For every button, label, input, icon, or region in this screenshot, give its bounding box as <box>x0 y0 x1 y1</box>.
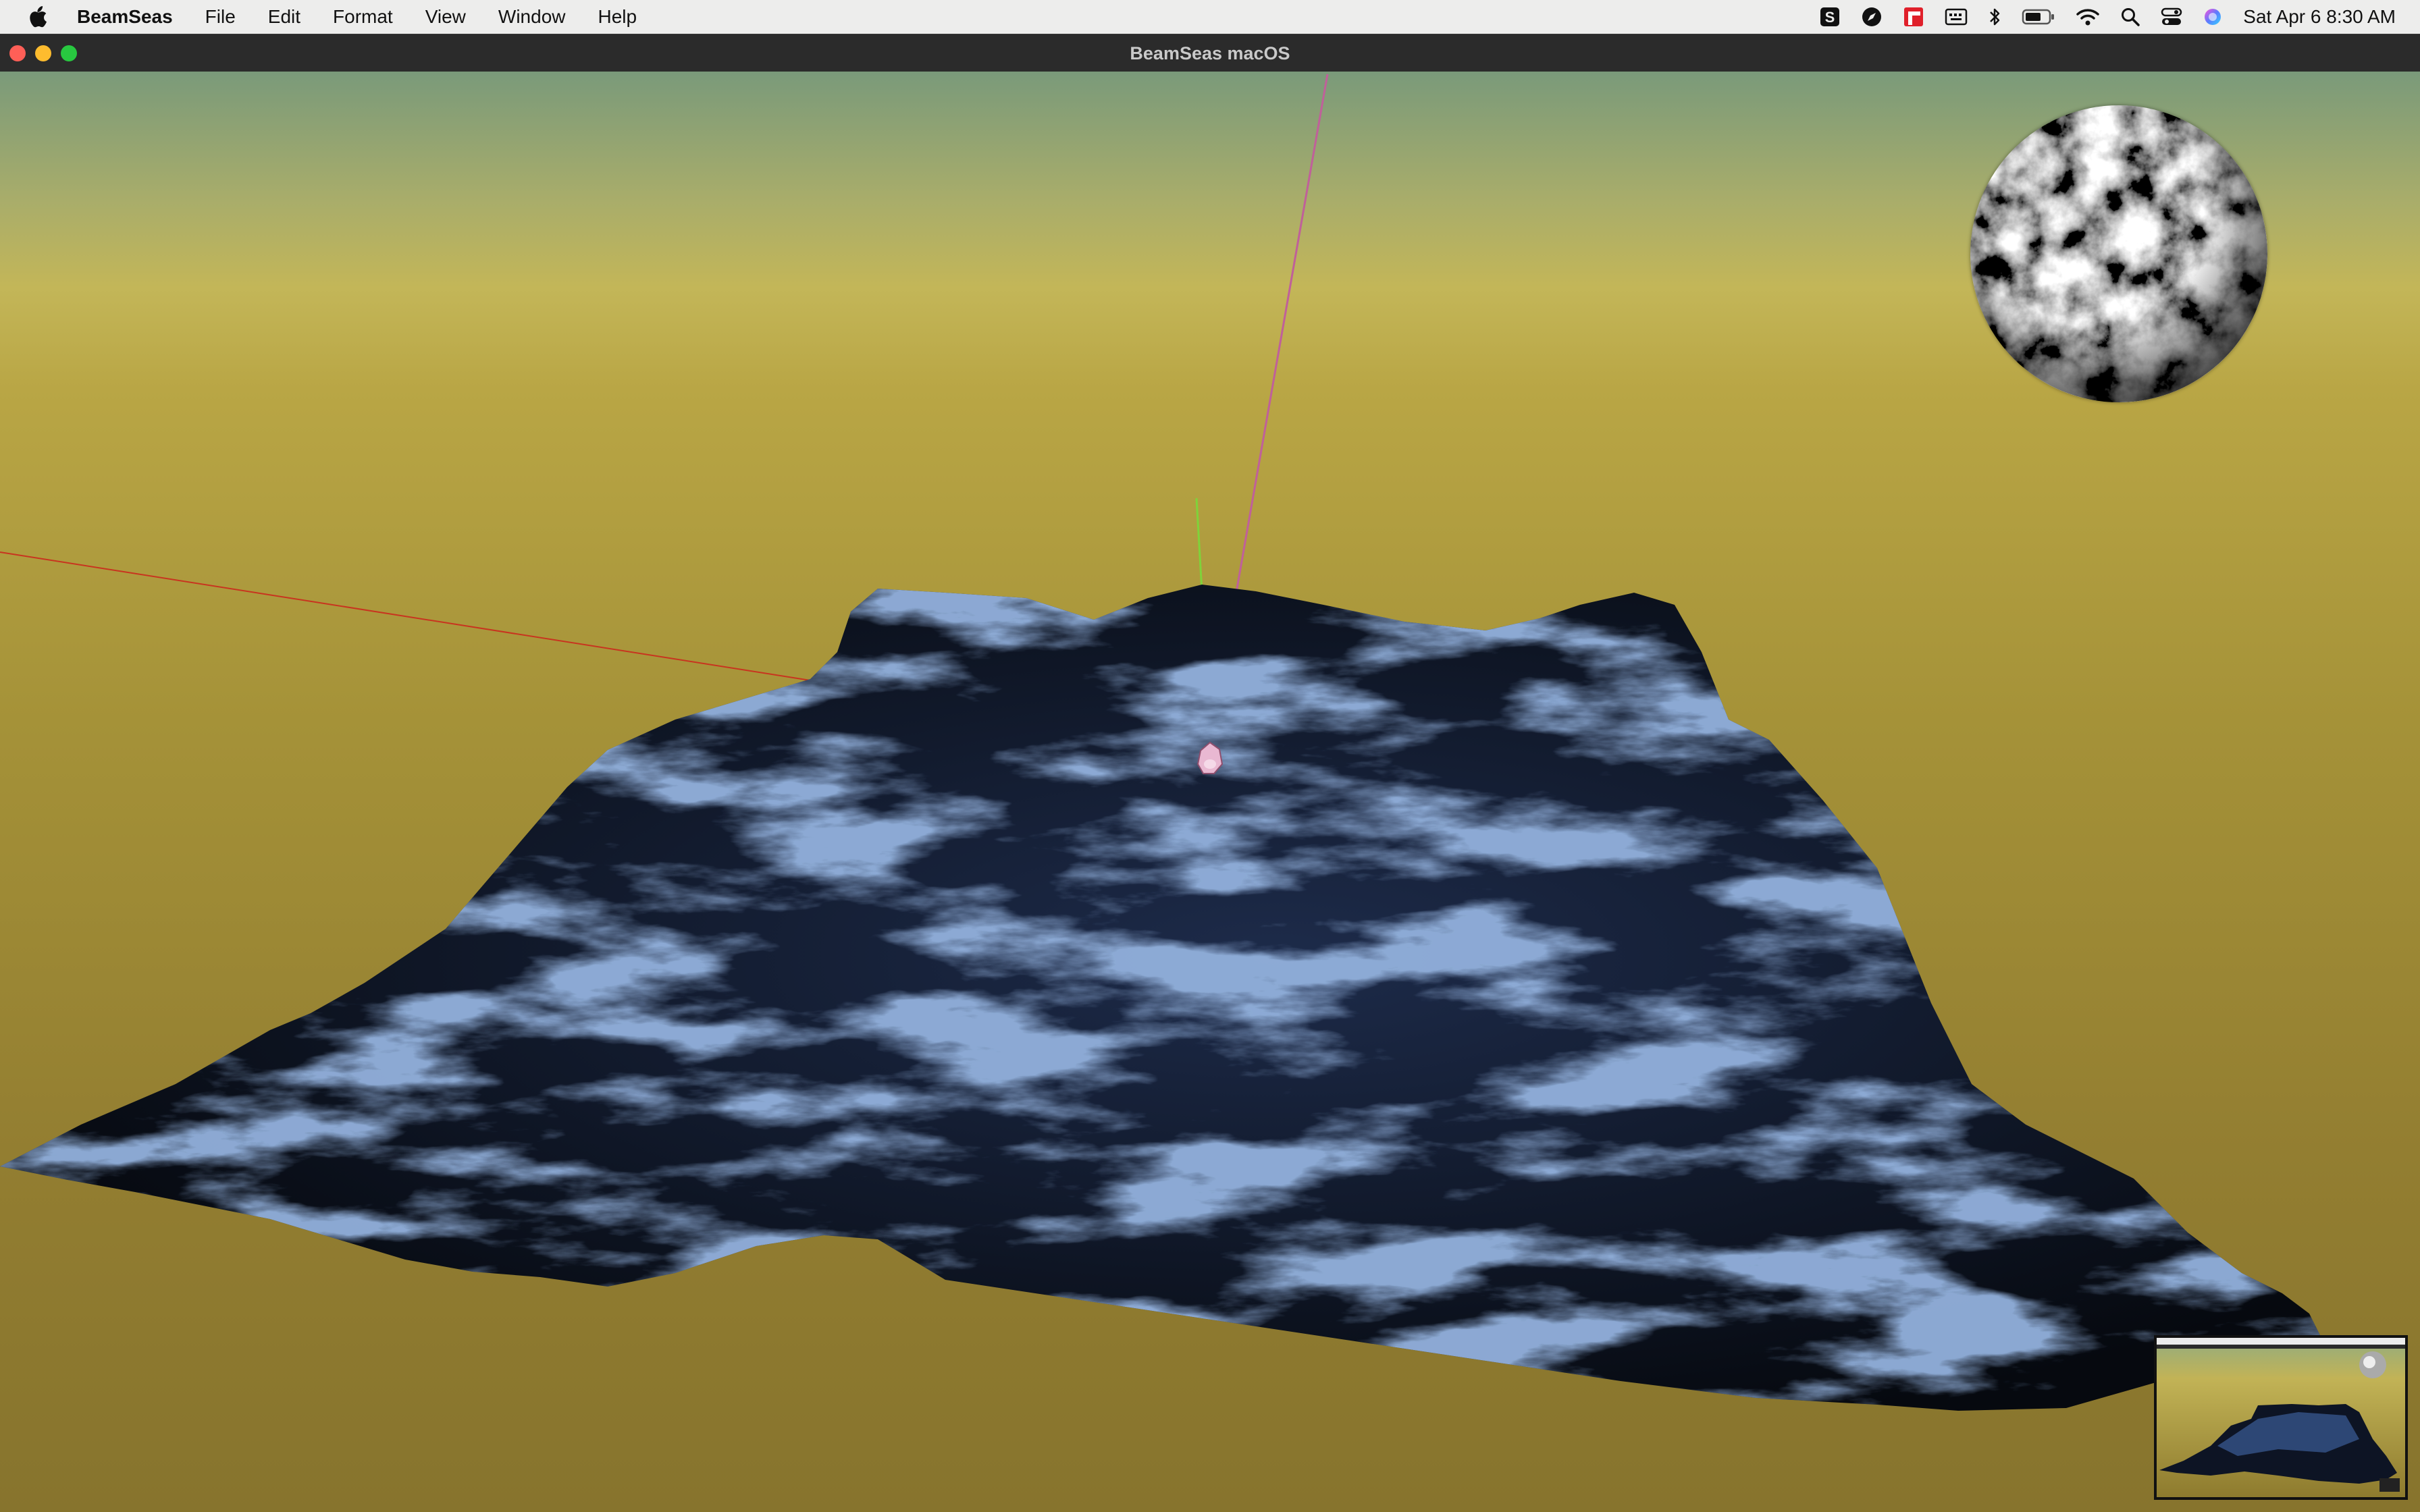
moon-sphere <box>1970 105 2267 402</box>
window-controls <box>9 34 77 72</box>
menu-format[interactable]: Format <box>317 0 409 34</box>
close-button[interactable] <box>9 45 26 61</box>
siri-icon[interactable] <box>2203 0 2223 34</box>
window-title-bar[interactable]: BeamSeas macOS <box>0 34 2420 72</box>
wifi-icon[interactable] <box>2076 0 2100 34</box>
window-title: BeamSeas macOS <box>1130 43 1290 63</box>
apple-icon[interactable] <box>24 6 51 28</box>
svg-text:S: S <box>1825 9 1835 26</box>
menu-window[interactable]: Window <box>482 0 582 34</box>
bluetooth-icon[interactable] <box>1988 0 2001 34</box>
keyboard-icon[interactable] <box>1945 0 1968 34</box>
preview-thumbnail[interactable] <box>2154 1335 2408 1500</box>
parallels-icon[interactable] <box>1903 0 1924 34</box>
menu-bar: BeamSeas File Edit Format View Window He… <box>0 0 2420 34</box>
control-center-icon[interactable] <box>2161 0 2182 34</box>
s-badge-icon[interactable]: S <box>1819 0 1841 34</box>
scene-viewport[interactable] <box>0 72 2420 1512</box>
compass-icon[interactable] <box>1861 0 1883 34</box>
menubar-clock[interactable]: Sat Apr 6 8:30 AM <box>2243 6 2396 28</box>
menu-edit[interactable]: Edit <box>252 0 317 34</box>
search-icon[interactable] <box>2120 0 2140 34</box>
battery-icon[interactable] <box>2022 0 2055 34</box>
menu-help[interactable]: Help <box>582 0 654 34</box>
fullscreen-button[interactable] <box>61 45 77 61</box>
minimize-button[interactable] <box>35 45 51 61</box>
menu-view[interactable]: View <box>409 0 482 34</box>
app-menu[interactable]: BeamSeas <box>72 0 189 34</box>
menu-file[interactable]: File <box>189 0 252 34</box>
